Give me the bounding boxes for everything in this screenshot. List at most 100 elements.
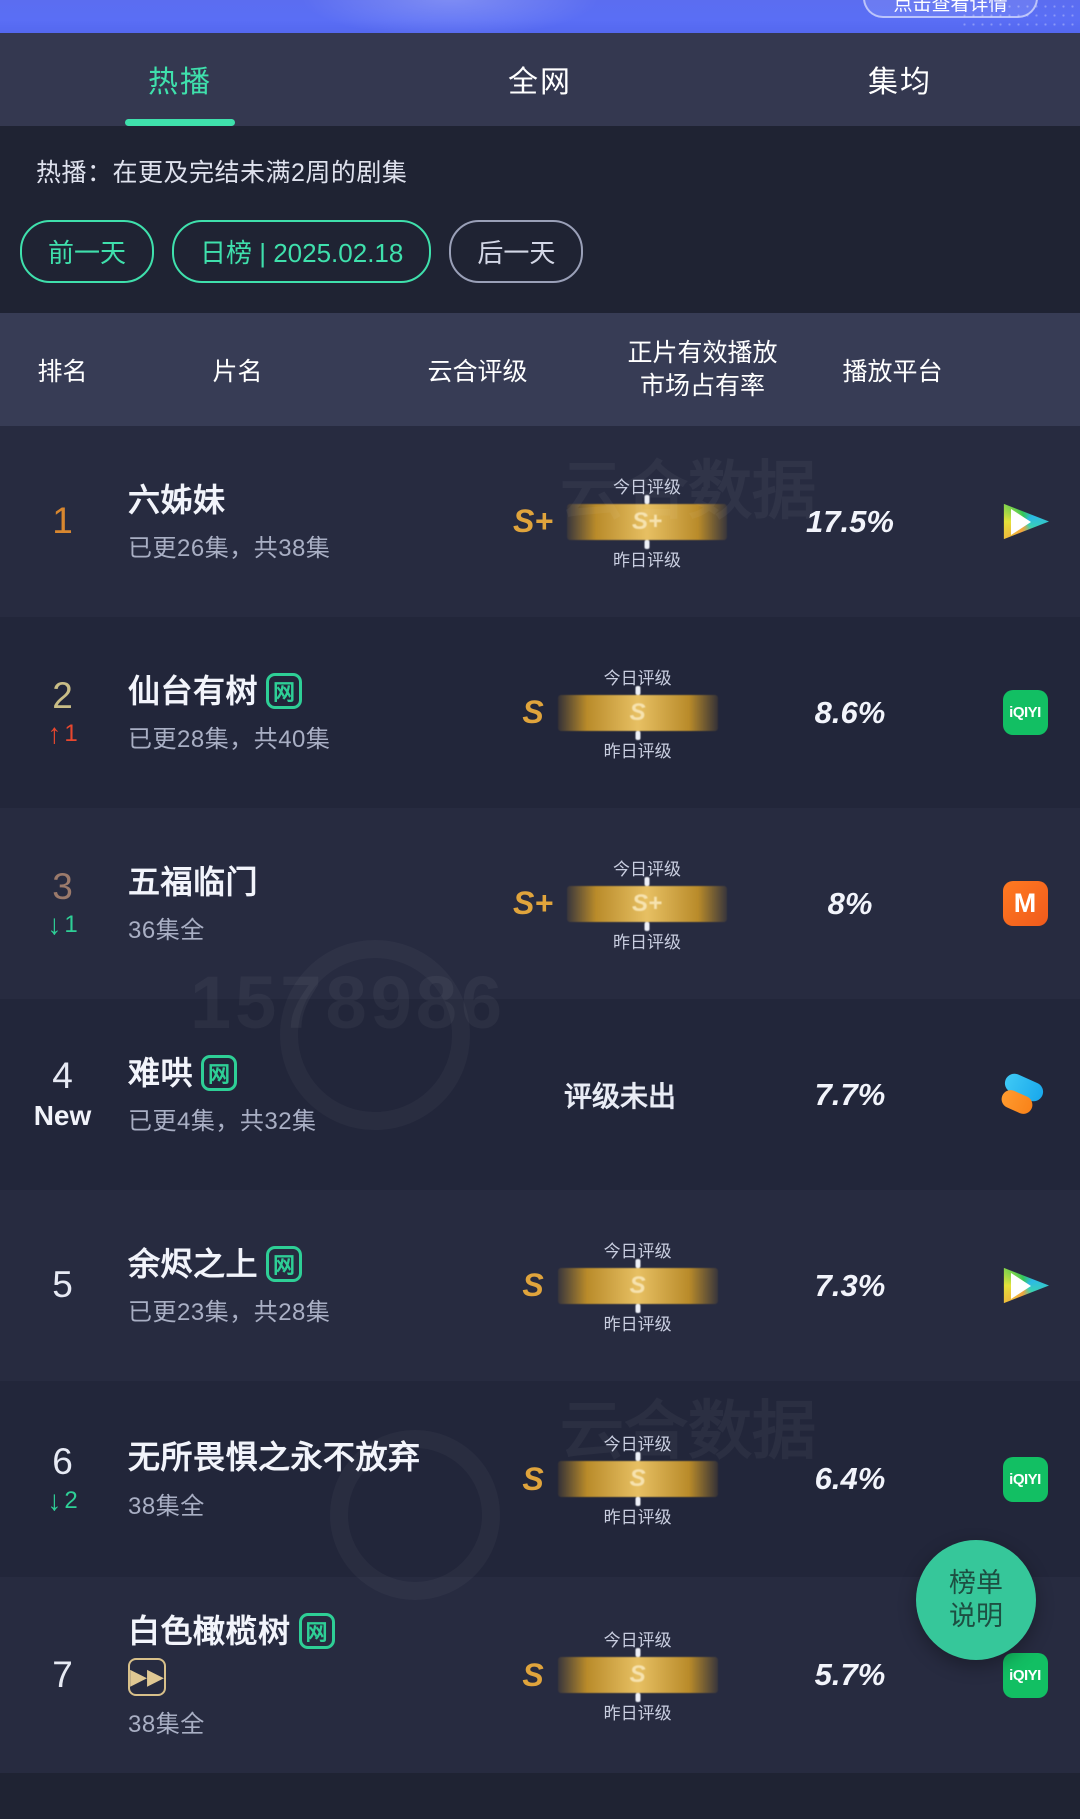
title-line: 五福临门: [128, 862, 475, 903]
title-line: 仙台有树网: [128, 671, 475, 712]
rating-bar-value: S+: [632, 507, 663, 535]
title-cell[interactable]: 无所畏惧之永不放弃 38集全: [125, 1437, 475, 1521]
tab-jijun[interactable]: 集均: [720, 33, 1080, 126]
fast-forward-badge: ▶▶: [128, 1657, 166, 1696]
rating-tick-bottom: [635, 1497, 641, 1506]
rating-cell: 评级未出: [475, 1075, 765, 1115]
title-cell[interactable]: 五福临门 36集全: [125, 862, 475, 946]
banner-glow: [300, 0, 600, 33]
platform-cell[interactable]: [935, 500, 1080, 544]
show-title: 余烬之上: [128, 1245, 259, 1282]
rating-tick-top: [635, 1258, 641, 1268]
prev-day-button[interactable]: 前一天: [20, 220, 155, 283]
rating-bar: S: [557, 1258, 718, 1313]
header-share-line2: 市场占有率: [639, 371, 765, 400]
arrow-up-icon: ↑: [47, 718, 62, 750]
table-row[interactable]: 6 ↓ 2 无所畏惧之永不放弃 38集全 S 今日评级 S 昨日评级 6.4% iQIYI: [0, 1381, 1080, 1577]
ranking-help-button[interactable]: 榜单 说明: [916, 1540, 1036, 1660]
market-share-value: 17.5%: [806, 503, 894, 539]
fab-line1: 榜单: [949, 1568, 1003, 1599]
platform-cell[interactable]: iQIYI: [935, 690, 1080, 735]
rating-tick-top: [635, 685, 641, 695]
rating-cell: S+ 今日评级 S+ 昨日评级: [475, 473, 765, 571]
rating-cell: S 今日评级 S 昨日评级: [475, 1237, 765, 1335]
rank-number: 5: [52, 1264, 73, 1306]
rank-cell: 2 ↑ 1: [0, 674, 125, 750]
rank-cell: 7: [0, 1653, 125, 1695]
platform-cell[interactable]: [935, 1264, 1080, 1308]
platform-cell[interactable]: [935, 1070, 1080, 1117]
rank-cell: 1: [0, 501, 125, 541]
platform-cell[interactable]: M: [935, 881, 1080, 926]
show-title: 白色橄榄树: [128, 1613, 291, 1650]
rank-down-indicator: ↓ 2: [47, 1484, 78, 1516]
new-badge: New: [33, 1099, 92, 1131]
rank-cell: 3 ↓ 1: [0, 867, 125, 941]
fab-line2: 说明: [949, 1601, 1003, 1631]
date-control-row: 前一天 日榜 | 2025.02.18 后一天: [20, 220, 1080, 283]
rank-cell: 6 ↓ 2: [0, 1441, 125, 1516]
banner-detail-button[interactable]: 点击查看详情: [863, 0, 1038, 18]
title-cell[interactable]: 六姊妹 已更26集，共38集: [125, 480, 475, 564]
rank-number: 6: [52, 1441, 73, 1483]
current-date-button[interactable]: 日榜 | 2025.02.18: [172, 220, 432, 283]
rating-tick-top: [635, 1452, 641, 1461]
table-row[interactable]: 1 六姊妹 已更26集，共38集 S+ 今日评级 S+ 昨日评级 17.5%: [0, 426, 1080, 617]
table-row[interactable]: 5 余烬之上网已更23集，共28集 S 今日评级 S 昨日评级 7.3%: [0, 1190, 1080, 1381]
tab-rehuo[interactable]: 热播: [0, 33, 360, 126]
episode-info: 38集全: [128, 1710, 205, 1738]
header-rank: 排名: [37, 357, 88, 386]
market-share-value: 5.7%: [814, 1657, 886, 1692]
title-cell[interactable]: 白色橄榄树网 ▶▶ 38集全: [125, 1611, 475, 1739]
platform-cell[interactable]: iQIYI: [935, 1456, 1080, 1502]
app-screen: 点击查看详情 热播 全网 集均 热播：在更及完结未满2周的剧集 前一天 日榜 |…: [0, 0, 1080, 1819]
web-exclusive-badge: 网: [266, 1245, 303, 1282]
title-line: 余烬之上网: [128, 1244, 475, 1285]
rating-letter: S: [522, 694, 544, 730]
rank-number: 2: [52, 674, 73, 716]
title-line: 难哄网: [128, 1053, 475, 1094]
show-title: 仙台有树: [128, 672, 259, 709]
iqiyi-icon: iQIYI: [1002, 1456, 1048, 1502]
iqiyi-icon: iQIYI: [1002, 1652, 1048, 1698]
header-rating: 云合评级: [427, 357, 528, 386]
rating-bar: S: [557, 685, 718, 740]
arrow-down-icon: ↓: [47, 909, 62, 941]
rating-yesterday-caption: 昨日评级: [603, 741, 672, 761]
rating-pending-label: 评级未出: [563, 1080, 676, 1112]
table-row[interactable]: 4 New 难哄网已更4集，共32集 评级未出 7.7%: [0, 999, 1080, 1190]
rating-yesterday-caption: 昨日评级: [603, 1704, 672, 1723]
rating-bar-value: S: [629, 1271, 646, 1299]
tab-label: 全网: [508, 66, 572, 99]
arrow-down-icon: ↓: [47, 1484, 62, 1516]
title-cell[interactable]: 仙台有树网已更28集，共40集: [125, 671, 475, 755]
market-share-value: 6.4%: [814, 1461, 886, 1496]
title-cell[interactable]: 余烬之上网已更23集，共28集: [125, 1244, 475, 1328]
web-exclusive-badge: 网: [266, 672, 303, 709]
rank-number: 7: [52, 1653, 73, 1695]
header-share-line1: 正片有效播放: [627, 338, 778, 367]
rating-yesterday-caption: 昨日评级: [613, 550, 682, 570]
tab-active-underline: [125, 119, 235, 126]
rating-letter: S: [522, 1267, 544, 1303]
episode-info: 已更23集，共28集: [128, 1299, 331, 1327]
rating-tick-top: [644, 494, 650, 504]
show-title: 无所畏惧之永不放弃: [128, 1439, 421, 1476]
table-row[interactable]: 2 ↑ 1 仙台有树网已更28集，共40集 S 今日评级 S 昨日评级 8.6% iQIYI: [0, 617, 1080, 808]
episode-info: 已更26集，共38集: [128, 535, 331, 563]
mango-tv-icon: M: [1002, 881, 1048, 926]
rating-bar-value: S: [629, 1661, 646, 1688]
rating-yesterday-caption: 昨日评级: [603, 1508, 672, 1527]
table-row[interactable]: 3 ↓ 1 五福临门 36集全 S+ 今日评级 S+ 昨日评级 8% M: [0, 808, 1080, 999]
platform-cell[interactable]: iQIYI: [935, 1652, 1080, 1698]
tab-quanwang[interactable]: 全网: [360, 33, 720, 126]
title-cell[interactable]: 难哄网已更4集，共32集: [125, 1053, 475, 1137]
episode-info: 已更28集，共40集: [128, 726, 331, 754]
rating-letter: S: [522, 1460, 544, 1497]
next-day-button[interactable]: 后一天: [449, 220, 584, 283]
header-share: 正片有效播放 市场占有率: [605, 337, 800, 403]
rating-bar-value: S+: [632, 889, 663, 917]
web-exclusive-badge: 网: [298, 1613, 335, 1650]
rating-trend: 今日评级 S 昨日评级: [557, 1237, 718, 1335]
rating-bar: S: [557, 1452, 718, 1506]
